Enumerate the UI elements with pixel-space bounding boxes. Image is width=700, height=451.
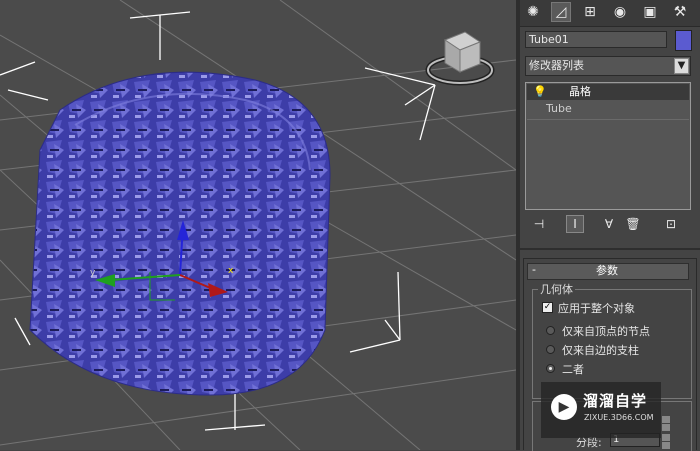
watermark-logo-icon: ▶ [551,394,577,420]
modifier-list-dropdown[interactable]: 修改器列表 ▼ [525,56,691,76]
panel-separator [520,248,700,250]
radio-struts-only[interactable] [546,345,555,354]
object-color-swatch[interactable] [675,30,692,51]
object-name-field[interactable]: Tube01 [525,31,667,48]
configure-modifier-sets-button[interactable]: ⊡ [662,215,680,233]
radio-joints-only[interactable] [546,326,555,335]
segments-spinner-up-icon[interactable] [662,434,670,441]
segments-spinner-down-icon[interactable] [662,442,670,449]
stack-item-lattice-label: 晶格 [569,85,591,98]
show-end-result-icon: Ⅰ [573,217,577,231]
display-icon: ▣ [643,4,657,20]
chevron-down-icon[interactable]: ▼ [674,58,689,74]
sun-icon: ✺ [527,4,539,20]
collapse-icon: - [532,263,536,276]
svg-text:x: x [228,266,234,276]
display-tab[interactable]: ▣ [640,2,660,22]
motion-tab[interactable]: ◉ [610,2,630,22]
viewport-scene: y x [0,0,516,450]
make-unique-button[interactable]: ∀ [600,215,618,233]
watermark: ▶ 溜溜自学 ZIXUE.3D66.COM [541,382,661,438]
viewcube [425,31,495,86]
pin-stack-icon: ⊣ [533,217,545,231]
hierarchy-tab[interactable]: ⊞ [580,2,600,22]
show-end-result-button[interactable]: Ⅰ [566,215,584,233]
radio-struts-only-label[interactable]: 仅来自边的支柱 [562,342,639,358]
make-unique-icon: ∀ [604,217,614,231]
pin-stack-button[interactable]: ⊣ [530,215,548,233]
watermark-subtitle: ZIXUE.3D66.COM [584,413,654,422]
command-panel-tabs: ✺ ◿ ⊞ ◉ ▣ ⚒ [520,0,700,27]
spinner-up-icon[interactable] [662,416,670,423]
modifier-stack[interactable]: 💡 晶格 Tube [525,82,691,210]
remove-modifier-button[interactable]: 🗑 [624,215,642,233]
perspective-viewport[interactable]: y x [0,0,516,450]
apply-to-entire-object-checkbox[interactable]: ✓ [542,302,553,313]
apply-to-entire-object-label[interactable]: 应用于整个对象 [558,300,635,316]
geometry-group-title: 几何体 [538,281,575,297]
watermark-title: 溜溜自学 [583,392,648,410]
hammer-icon: ⚒ [673,4,687,20]
stack-item-lattice[interactable]: 💡 晶格 [527,84,689,100]
rollout-title: 参数 [596,264,618,277]
svg-text:y: y [90,268,96,278]
configure-modifier-sets-icon: ⊡ [665,217,677,231]
spinner-down-icon[interactable] [662,424,670,431]
hierarchy-icon: ⊞ [584,4,596,20]
stack-toolbar: ⊣ Ⅰ ∀ 🗑 ⊡ [520,214,700,236]
radio-joints-only-label[interactable]: 仅来自顶点的节点 [562,323,650,339]
radio-both[interactable] [546,364,555,373]
remove-modifier-icon: 🗑 [625,217,641,231]
stack-divider [527,119,689,120]
parameters-rollout-header[interactable]: - 参数 [527,263,689,280]
curve-icon: ◿ [555,4,567,20]
modifier-list-label: 修改器列表 [529,59,584,72]
lightbulb-icon[interactable]: 💡 [533,84,547,100]
modify-tab[interactable]: ◿ [551,2,571,22]
create-tab[interactable]: ✺ [523,2,543,22]
utilities-tab[interactable]: ⚒ [670,2,690,22]
motion-icon: ◉ [613,4,627,20]
stack-item-tube[interactable]: Tube [546,102,572,115]
radio-both-label[interactable]: 二者 [562,361,584,377]
